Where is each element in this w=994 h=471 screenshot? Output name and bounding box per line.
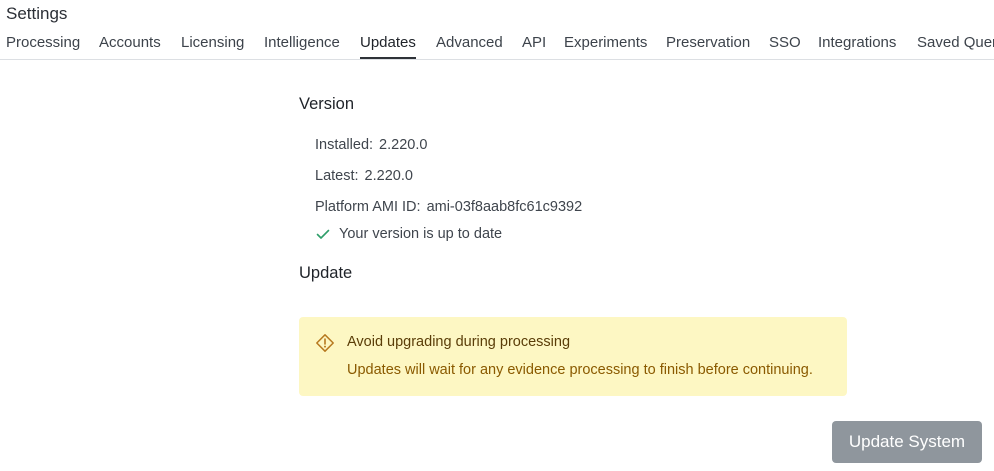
page-title: Settings: [6, 4, 68, 23]
tab-integrations[interactable]: Integrations: [818, 33, 896, 53]
tab-licensing[interactable]: Licensing: [181, 33, 244, 53]
status-text: Your version is up to date: [339, 226, 503, 242]
platform-ami-row: Platform AMI ID: ami-03f8aab8fc61c9392: [315, 199, 582, 215]
settings-page: Settings Processing Accounts Licensing I…: [0, 0, 994, 471]
latest-version-row: Latest: 2.220.0: [315, 168, 413, 184]
alert-title: Avoid upgrading during processing: [347, 334, 571, 350]
tab-saved-queries[interactable]: Saved Quer: [917, 33, 994, 53]
tab-accounts[interactable]: Accounts: [99, 33, 161, 53]
latest-label: Latest:: [315, 168, 359, 184]
update-system-button[interactable]: Update System: [832, 421, 982, 463]
installed-label: Installed:: [315, 137, 374, 153]
check-icon: [315, 226, 331, 242]
tab-advanced[interactable]: Advanced: [436, 33, 503, 53]
ami-value: ami-03f8aab8fc61c9392: [426, 199, 583, 215]
installed-version-row: Installed: 2.220.0: [315, 137, 427, 153]
alert-body: Updates will wait for any evidence proce…: [347, 362, 813, 378]
processing-warning-alert: Avoid upgrading during processing Update…: [299, 317, 847, 396]
version-status: Your version is up to date: [315, 226, 502, 242]
tab-processing[interactable]: Processing: [6, 33, 80, 53]
tab-sso[interactable]: SSO: [769, 33, 801, 53]
tab-experiments[interactable]: Experiments: [564, 33, 647, 53]
update-heading: Update: [299, 264, 353, 282]
version-heading: Version: [299, 95, 355, 113]
tab-preservation[interactable]: Preservation: [666, 33, 750, 53]
tab-updates[interactable]: Updates: [360, 33, 416, 59]
tab-api[interactable]: API: [522, 33, 546, 53]
tab-intelligence[interactable]: Intelligence: [264, 33, 340, 53]
latest-value: 2.220.0: [364, 168, 413, 184]
ami-label: Platform AMI ID:: [315, 199, 421, 215]
settings-tab-bar: Processing Accounts Licensing Intelligen…: [0, 33, 994, 60]
installed-value: 2.220.0: [379, 137, 428, 153]
warning-icon: [315, 333, 335, 353]
